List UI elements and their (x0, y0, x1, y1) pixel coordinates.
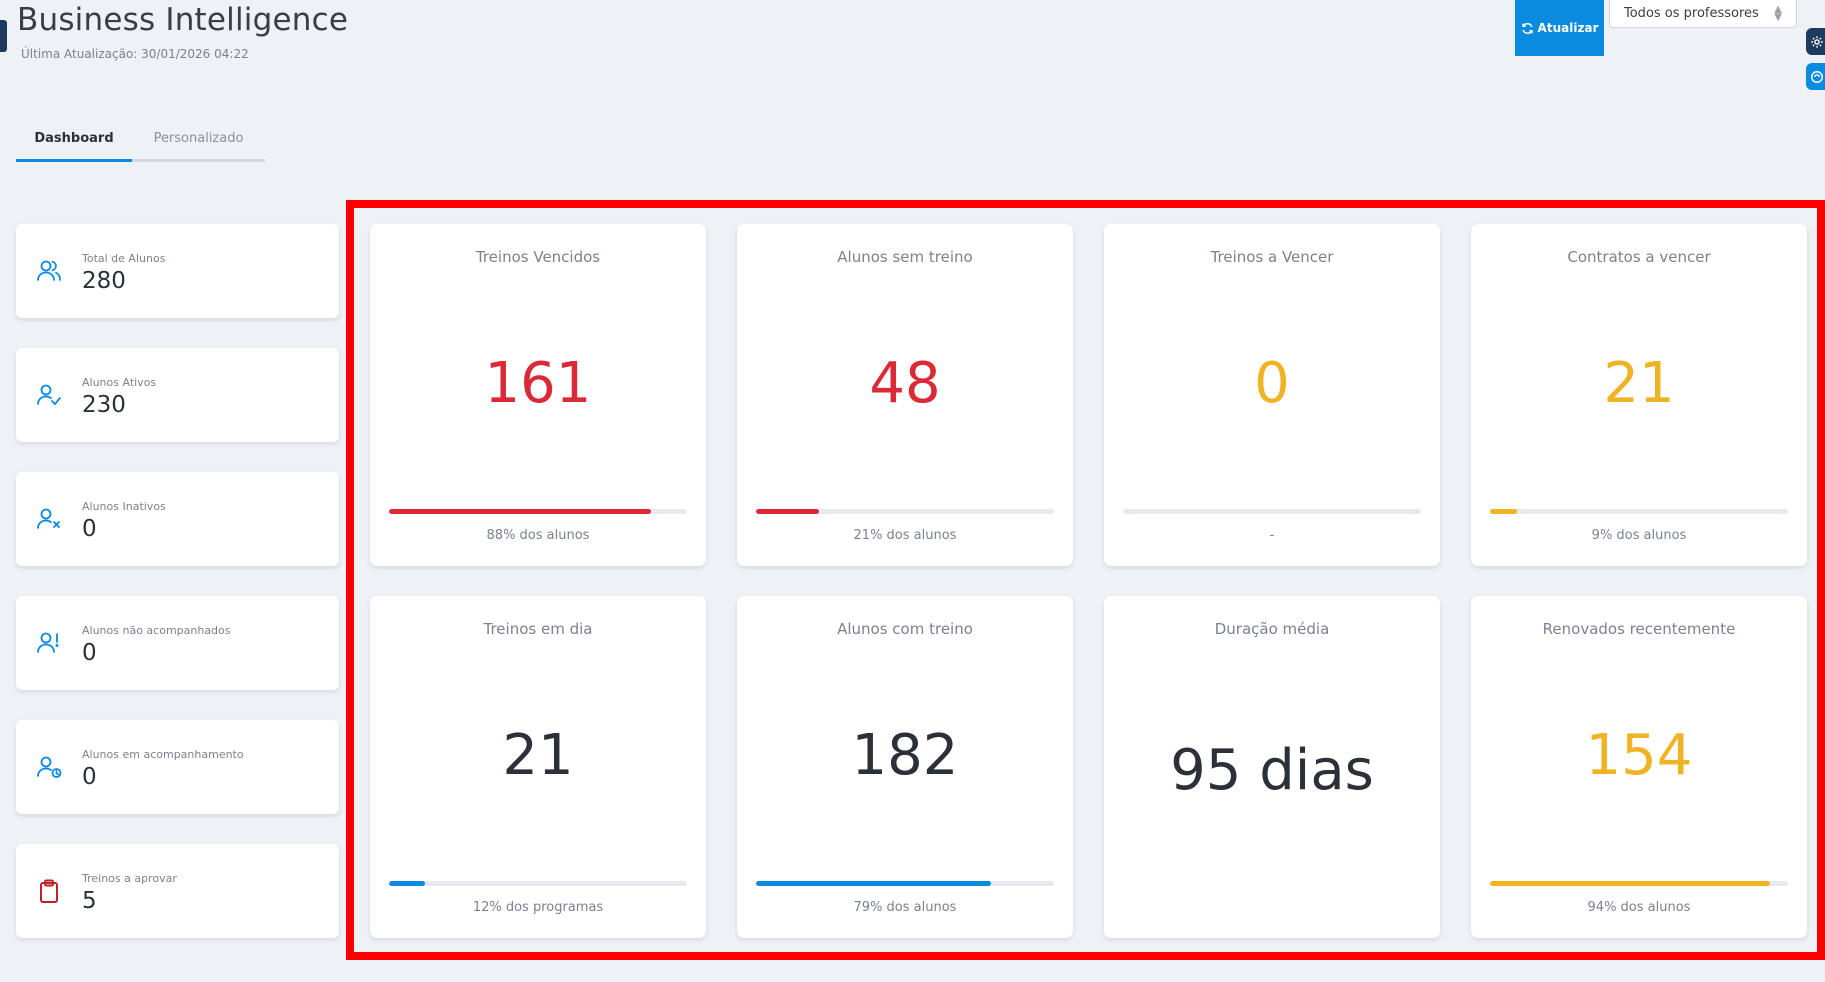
stat-value: 230 (82, 392, 126, 418)
user-alert-icon (34, 628, 64, 658)
stat-card-total-alunos[interactable]: Total de Alunos 280 (16, 224, 339, 318)
metric-value: 48 (869, 351, 941, 416)
metric-progress-fill (756, 881, 992, 886)
chat-icon (1811, 70, 1823, 83)
metric-card-duracao-media[interactable]: Duração média 95 dias (1104, 596, 1440, 938)
side-help-button[interactable] (1806, 63, 1825, 90)
page-title: Business Intelligence (17, 2, 349, 38)
user-clock-icon (34, 752, 64, 782)
metric-value: 21 (502, 723, 574, 788)
metric-card-alunos-com-treino[interactable]: Alunos com treino 182 79% dos alunos (737, 596, 1073, 938)
metric-subtitle: - (1269, 528, 1275, 543)
side-settings-button[interactable] (1806, 28, 1825, 55)
metric-value: 182 (851, 723, 959, 788)
stat-value: 5 (82, 888, 97, 914)
stat-label: Alunos não acompanhados (82, 624, 231, 637)
stat-value: 280 (82, 268, 126, 294)
tab-dashboard[interactable]: Dashboard (16, 120, 132, 162)
metric-progress-bar (389, 509, 687, 514)
metric-subtitle: 79% dos alunos (853, 900, 957, 915)
metric-progress-bar (389, 881, 687, 886)
refresh-button[interactable]: Atualizar (1515, 0, 1604, 56)
professor-select-value: Todos os professores (1624, 6, 1759, 21)
stat-card-alunos-ativos[interactable]: Alunos Ativos 230 (16, 348, 339, 442)
metric-card-renovados-recentemente[interactable]: Renovados recentemente 154 94% dos aluno… (1471, 596, 1807, 938)
metric-progress-bar (756, 509, 1054, 514)
stat-label: Alunos Ativos (82, 376, 157, 389)
metric-card-contratos-a-vencer[interactable]: Contratos a vencer 21 9% dos alunos (1471, 224, 1807, 566)
select-arrows-icon: ▲ ▼ (1774, 3, 1782, 23)
metric-card-treinos-a-vencer[interactable]: Treinos a Vencer 0 - (1104, 224, 1440, 566)
last-update-text: Última Atualização: 30/01/2026 04:22 (21, 47, 249, 61)
left-edge-marker (0, 20, 7, 52)
metric-subtitle: 12% dos programas (472, 900, 604, 915)
stat-label: Total de Alunos (82, 252, 166, 265)
metric-progress-fill (389, 509, 652, 514)
metric-value: 154 (1585, 723, 1693, 788)
stat-value: 0 (82, 640, 97, 666)
metric-card-treinos-em-dia[interactable]: Treinos em dia 21 12% dos programas (370, 596, 706, 938)
gear-icon (1811, 35, 1823, 48)
metric-progress-fill (756, 509, 819, 514)
metric-title: Alunos com treino (837, 620, 973, 638)
user-check-icon (34, 380, 64, 410)
stat-card-alunos-inativos[interactable]: Alunos Inativos 0 (16, 472, 339, 566)
metric-progress-fill (1490, 509, 1517, 514)
metric-title: Renovados recentemente (1542, 620, 1736, 638)
stat-value: 0 (82, 516, 97, 542)
stat-value: 0 (82, 764, 97, 790)
stat-card-alunos-nao-acompanhados[interactable]: Alunos não acompanhados 0 (16, 596, 339, 690)
stat-card-alunos-em-acompanhamento[interactable]: Alunos em acompanhamento 0 (16, 720, 339, 814)
metric-title: Treinos em dia (483, 620, 593, 638)
metric-title: Contratos a vencer (1567, 248, 1711, 266)
metric-value: 0 (1254, 351, 1290, 416)
metric-progress-bar (1123, 509, 1421, 514)
stat-label: Alunos Inativos (82, 500, 166, 513)
metric-subtitle: 94% dos alunos (1587, 900, 1691, 915)
users-icon (34, 256, 64, 286)
tab-personalizado[interactable]: Personalizado (132, 120, 265, 159)
refresh-label: Atualizar (1537, 21, 1599, 35)
metric-title: Treinos a Vencer (1210, 248, 1334, 266)
stat-card-treinos-a-aprovar[interactable]: Treinos a aprovar 5 (16, 844, 339, 938)
professor-select[interactable]: Todos os professores ▲ ▼ (1609, 0, 1797, 28)
stat-label: Treinos a aprovar (82, 872, 177, 885)
metric-progress-fill (1490, 881, 1771, 886)
metric-value: 95 dias (1170, 738, 1374, 803)
metric-title: Treinos Vencidos (475, 248, 601, 266)
metric-value: 21 (1603, 351, 1675, 416)
metric-progress-bar (756, 881, 1054, 886)
metric-value: 161 (484, 351, 592, 416)
metric-progress-fill (389, 881, 425, 886)
metric-subtitle: 21% dos alunos (853, 528, 957, 543)
metric-card-treinos-vencidos[interactable]: Treinos Vencidos 161 88% dos alunos (370, 224, 706, 566)
metric-card-alunos-sem-treino[interactable]: Alunos sem treino 48 21% dos alunos (737, 224, 1073, 566)
refresh-icon (1521, 22, 1533, 34)
metric-progress-bar (1490, 509, 1788, 514)
metric-title: Duração média (1214, 620, 1330, 638)
metric-subtitle: 88% dos alunos (486, 528, 590, 543)
metric-subtitle: 9% dos alunos (1591, 528, 1687, 543)
stat-label: Alunos em acompanhamento (82, 748, 244, 761)
tab-bar: Dashboard Personalizado (16, 120, 265, 162)
metric-title: Alunos sem treino (837, 248, 973, 266)
metric-progress-bar (1490, 881, 1788, 886)
user-x-icon (34, 504, 64, 534)
clipboard-icon (34, 876, 64, 906)
